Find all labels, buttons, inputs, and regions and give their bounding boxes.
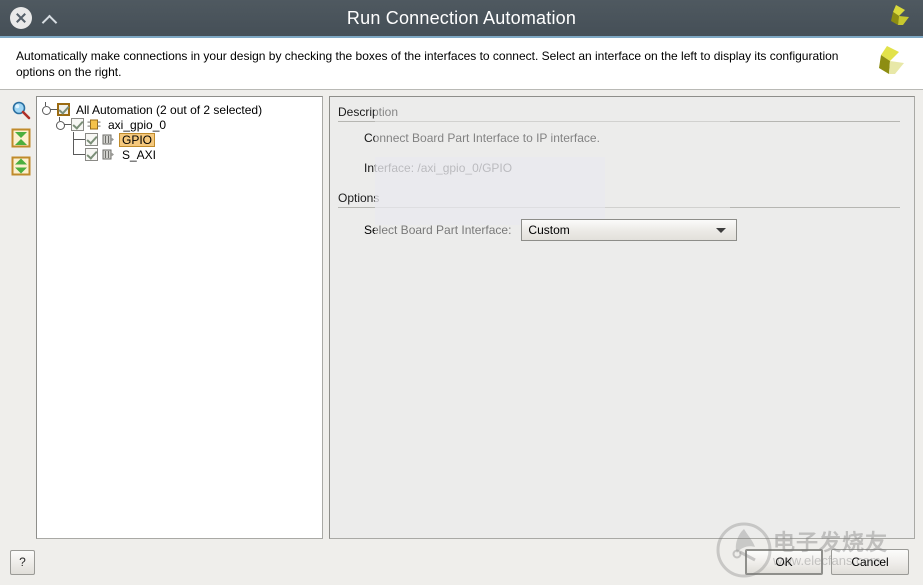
board-part-interface-label: Select Board Part Interface: xyxy=(364,223,511,237)
tree-node-s-axi[interactable]: S_AXI xyxy=(41,147,320,162)
details-panel: Description Connect Board Part Interface… xyxy=(329,96,915,539)
description-text: Connect Board Part Interface to IP inter… xyxy=(338,131,900,145)
board-part-interface-row: Select Board Part Interface: Custom xyxy=(338,219,900,241)
tree-node-label: S_AXI xyxy=(119,148,159,162)
window-title: Run Connection Automation xyxy=(0,8,923,29)
options-header: Options xyxy=(338,191,900,208)
dialog-footer: ? OK Cancel 电子发烧友 www.elecfans.com xyxy=(0,539,923,585)
bus-interface-icon xyxy=(101,148,115,161)
tree-connector xyxy=(69,147,85,162)
chevron-up-icon[interactable] xyxy=(40,8,60,28)
ok-button[interactable]: OK xyxy=(745,549,823,575)
tree-node-axi-gpio-0[interactable]: axi_gpio_0 xyxy=(41,117,320,132)
checkbox-s-axi[interactable] xyxy=(85,148,98,161)
search-icon[interactable] xyxy=(10,100,32,120)
cancel-button[interactable]: Cancel xyxy=(831,549,909,575)
xilinx-logo-icon xyxy=(881,3,911,34)
xilinx-logo-icon xyxy=(865,42,907,85)
interface-text: Interface: /axi_gpio_0/GPIO xyxy=(338,161,900,175)
tree-node-label: axi_gpio_0 xyxy=(105,118,169,132)
checkbox-gpio[interactable] xyxy=(85,133,98,146)
run-connection-automation-dialog: Run Connection Automation Automatically … xyxy=(0,0,923,585)
automation-tree: All Automation (2 out of 2 selected) xyxy=(37,97,322,162)
tree-toolbar xyxy=(6,96,36,539)
tree-node-label: All Automation (2 out of 2 selected) xyxy=(73,103,265,117)
title-bar: Run Connection Automation xyxy=(0,0,923,38)
tree-connector xyxy=(69,132,85,147)
instruction-banner: Automatically make connections in your d… xyxy=(0,38,923,90)
expander-toggle-icon[interactable] xyxy=(41,102,57,117)
close-icon[interactable] xyxy=(10,7,32,29)
expander-toggle-icon[interactable] xyxy=(55,117,71,132)
automation-tree-panel[interactable]: All Automation (2 out of 2 selected) xyxy=(36,96,323,539)
expand-all-icon[interactable] xyxy=(10,156,32,176)
tree-node-label: GPIO xyxy=(119,133,155,147)
help-button[interactable]: ? xyxy=(10,550,35,575)
description-header: Description xyxy=(338,105,900,122)
tree-node-gpio[interactable]: GPIO xyxy=(41,132,320,147)
board-part-interface-value: Custom xyxy=(528,223,716,237)
dialog-body: All Automation (2 out of 2 selected) xyxy=(0,90,923,539)
chevron-down-icon[interactable] xyxy=(716,228,726,233)
instruction-text: Automatically make connections in your d… xyxy=(16,48,865,80)
board-part-interface-select[interactable]: Custom xyxy=(521,219,737,241)
checkbox-all-automation[interactable] xyxy=(57,103,70,116)
ip-block-icon xyxy=(87,118,101,131)
tree-node-all-automation[interactable]: All Automation (2 out of 2 selected) xyxy=(41,102,320,117)
checkbox-axi-gpio-0[interactable] xyxy=(71,118,84,131)
collapse-all-icon[interactable] xyxy=(10,128,32,148)
bus-interface-icon xyxy=(101,133,115,146)
